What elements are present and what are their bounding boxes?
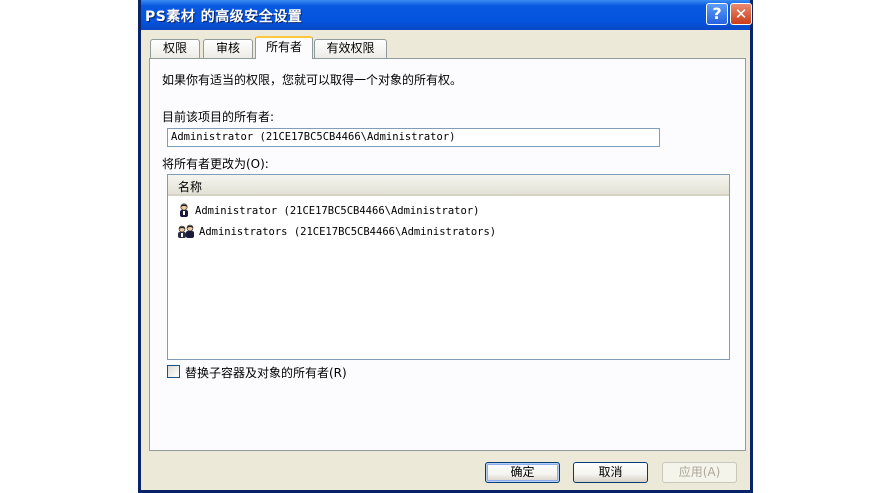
cancel-button[interactable]: 取消 xyxy=(573,462,648,483)
tab-label: 有效权限 xyxy=(326,41,375,55)
owner-tab-panel: 如果你有适当的权限，您就可以取得一个对象的所有权。 目前该项目的所有者: Adm… xyxy=(149,58,746,451)
user-icon xyxy=(180,203,188,217)
security-settings-dialog: PS素材 的高级安全设置 ? ✕ 权限 审核 所有者 有效权限 如果你有适当的权… xyxy=(138,0,753,493)
tab-permissions[interactable]: 权限 xyxy=(150,39,200,58)
title-bar[interactable]: PS素材 的高级安全设置 ? ✕ xyxy=(141,0,752,30)
tab-label: 权限 xyxy=(162,41,187,55)
replace-owner-label[interactable]: 替换子容器及对象的所有者(R) xyxy=(185,364,347,381)
current-owner-label: 目前该项目的所有者: xyxy=(162,110,275,124)
group-icon xyxy=(178,224,194,238)
change-owner-label: 将所有者更改为(O): xyxy=(162,157,269,171)
name-column-header: 名称 xyxy=(178,180,203,194)
tab-label: 所有者 xyxy=(265,40,302,54)
owner-list[interactable]: 名称 Administrator (21CE17BC5CB4466\Admini… xyxy=(167,174,730,360)
close-button[interactable]: ✕ xyxy=(730,3,752,25)
help-button[interactable]: ? xyxy=(706,3,728,25)
ok-button[interactable]: 确定 xyxy=(485,462,560,483)
current-owner-field[interactable]: Administrator (21CE17BC5CB4466\Administr… xyxy=(167,128,660,147)
window-title: PS素材 的高级安全设置 xyxy=(145,9,303,25)
list-item-administrator[interactable]: Administrator (21CE17BC5CB4466\Administr… xyxy=(176,202,479,220)
list-header[interactable]: 名称 xyxy=(168,175,729,196)
owner-name: Administrator (21CE17BC5CB4466\Administr… xyxy=(195,205,480,217)
apply-button[interactable]: 应用(A) xyxy=(662,462,737,483)
tab-auditing[interactable]: 审核 xyxy=(203,39,253,58)
owner-description: 如果你有适当的权限，您就可以取得一个对象的所有权。 xyxy=(162,73,463,87)
list-item-administrators[interactable]: Administrators (21CE17BC5CB4466\Administ… xyxy=(176,223,496,241)
tab-label: 审核 xyxy=(215,41,240,55)
tab-owner[interactable]: 所有者 xyxy=(255,36,313,59)
tab-effective-permissions[interactable]: 有效权限 xyxy=(314,39,387,58)
replace-owner-checkbox[interactable] xyxy=(167,365,180,378)
owner-name: Administrators (21CE17BC5CB4466\Administ… xyxy=(199,226,497,238)
